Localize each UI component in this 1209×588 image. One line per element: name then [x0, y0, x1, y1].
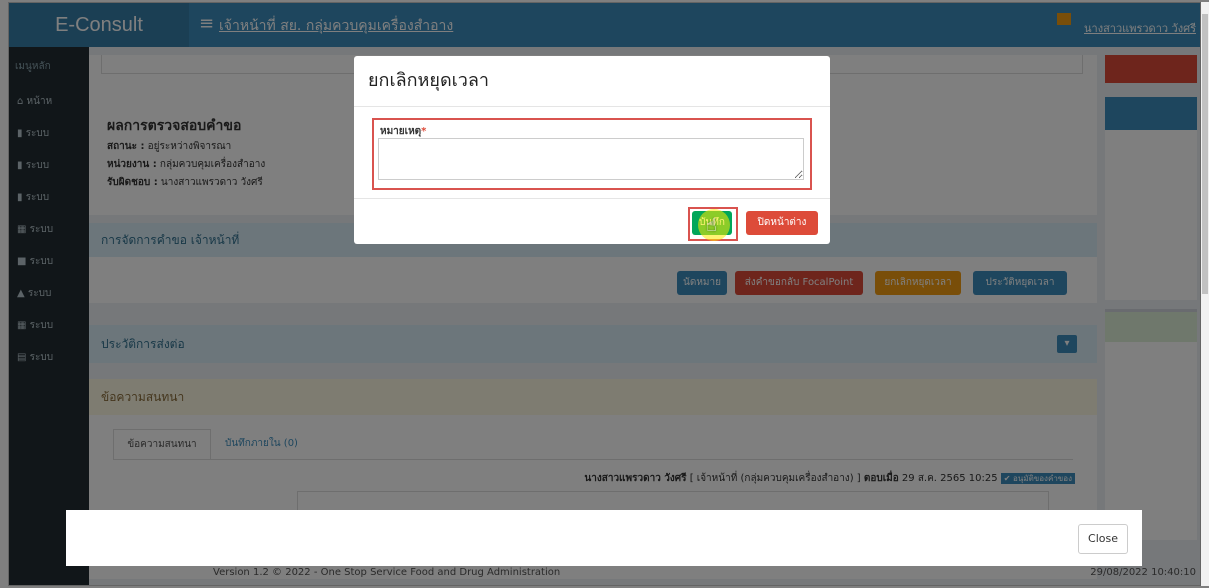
close-window-button[interactable]: ปิดหน้าต่าง	[746, 211, 818, 235]
scrollbar-thumb[interactable]	[1202, 14, 1208, 294]
remark-field-group: หมายเหตุ*	[372, 118, 812, 190]
cancel-stop-time-modal: ยกเลิกหยุดเวลา หมายเหตุ* บันทึก ปิดหน้าต…	[354, 56, 830, 244]
close-button[interactable]: Close	[1078, 524, 1128, 554]
scrollbar[interactable]	[1201, 2, 1209, 586]
modal-title: ยกเลิกหยุดเวลา	[354, 56, 830, 107]
remark-label: หมายเหตุ*	[380, 126, 427, 137]
bottom-modal: Close	[66, 510, 1142, 566]
modal-footer: บันทึก ปิดหน้าต่าง ☝	[354, 198, 830, 245]
hand-cursor-icon: ☝	[706, 215, 717, 236]
remark-textarea[interactable]	[378, 138, 804, 180]
